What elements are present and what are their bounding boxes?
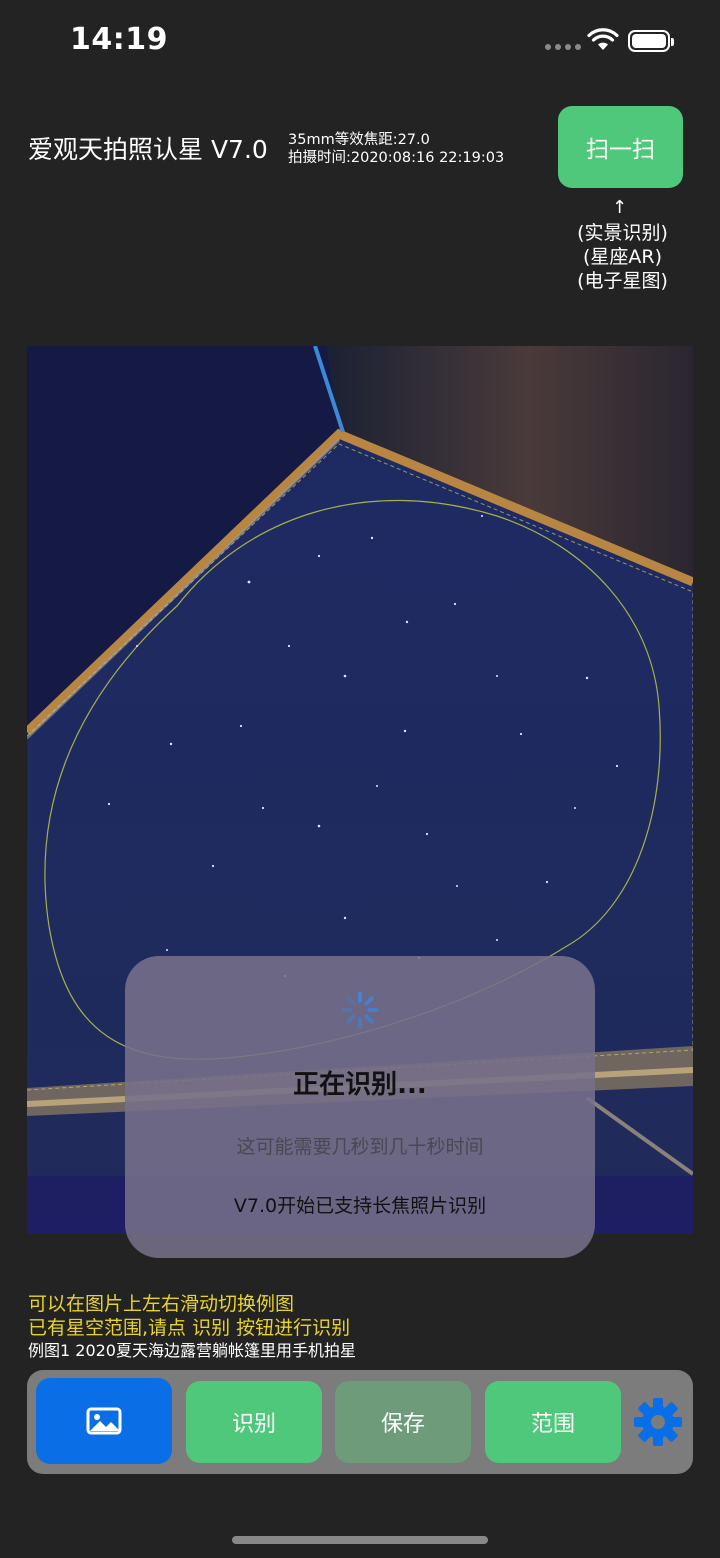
choose-photo-button[interactable]	[36, 1378, 172, 1464]
up-arrow-icon: ↑	[612, 197, 628, 218]
hint-swipe: 可以在图片上左右滑动切换例图	[28, 1293, 295, 1315]
cellular-signal-icon	[545, 44, 581, 50]
shot-time-text: 拍摄时间:2020:08:16 22:19:03	[288, 150, 505, 166]
range-button[interactable]: 范围	[485, 1381, 621, 1463]
photo-meta: 35mm等效焦距:27.0 拍摄时间:2020:08:16 22:19:03	[288, 131, 504, 167]
image-icon	[86, 1407, 122, 1435]
scan-button[interactable]: 扫一扫	[558, 106, 683, 188]
save-button[interactable]: 保存	[335, 1381, 471, 1463]
app-title: 爱观天拍照认星 V7.0	[28, 135, 268, 164]
loading-note: V7.0开始已支持长焦照片识别	[233, 1195, 487, 1217]
hint-texts: 可以在图片上左右滑动切换例图 已有星空范围,请点 识别 按钮进行识别 例图1 2…	[28, 1292, 356, 1362]
hint-identify: 已有星空范围,请点 识别 按钮进行识别	[28, 1317, 351, 1339]
gear-icon[interactable]	[632, 1396, 684, 1448]
status-bar: 14:19	[0, 0, 720, 80]
identify-button[interactable]: 识别	[186, 1381, 322, 1463]
home-indicator[interactable]	[232, 1536, 488, 1544]
bottom-toolbar: 识别 保存 范围	[27, 1370, 693, 1474]
loading-subtitle: 这可能需要几秒到几十秒时间	[236, 1136, 484, 1158]
loading-dialog: 正在识别... 这可能需要几秒到几十秒时间 V7.0开始已支持长焦照片识别	[125, 956, 595, 1258]
scan-hint-live: (实景识别)	[577, 222, 668, 244]
status-time: 14:19	[70, 22, 168, 57]
battery-icon	[628, 30, 674, 52]
loading-spinner-icon	[341, 991, 379, 1029]
focal-length-text: 35mm等效焦距:27.0	[288, 132, 430, 148]
scan-hint-ar: (星座AR)	[582, 246, 663, 268]
loading-title: 正在识别...	[293, 1070, 427, 1100]
scan-hints: (实景识别) (星座AR) (电子星图)	[560, 221, 685, 293]
scan-hint-starmap: (电子星图)	[577, 270, 668, 292]
example-caption: 例图1 2020夏天海边露营躺帐篷里用手机拍星	[28, 1341, 356, 1360]
wifi-icon	[587, 28, 619, 50]
